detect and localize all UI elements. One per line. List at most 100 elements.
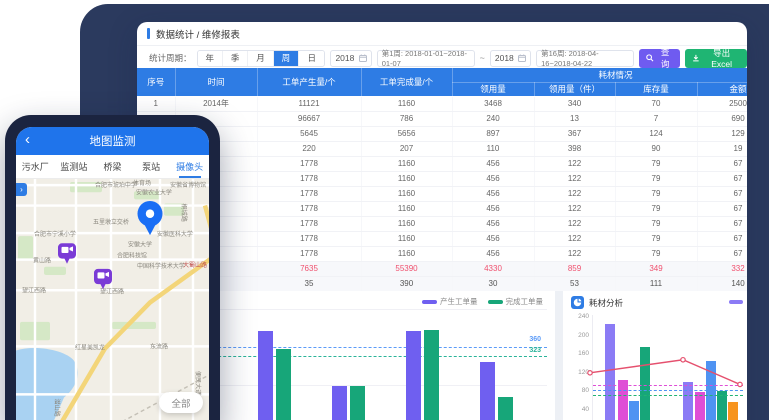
table-cell: 786 [361,111,452,126]
map-expand-button[interactable]: › [16,183,27,196]
all-filter-button[interactable]: 全部 [159,392,203,413]
svg-text:大蜀山路: 大蜀山路 [183,261,207,269]
col-header-completed: 工单完成量/个 [361,68,452,96]
search-icon [646,54,654,62]
table-cell: 332 [697,261,747,276]
table-row: 8177811604561227967 [137,201,747,216]
table-cell: 240 [452,111,534,126]
table-cell: 1160 [361,186,452,201]
phone-tab-摄像头[interactable]: 摄像头 [170,155,209,178]
phone-tab-污水厂[interactable]: 污水厂 [16,155,55,178]
filter-label: 统计周期： [149,52,192,64]
map-canvas: 合肥市琥珀中学 体育场 安徽农业大学 安徽省博物馆 桐城路 五里墩立交桥 安徽医… [16,179,209,420]
svg-text:安徽省博物馆: 安徽省博物馆 [170,181,206,189]
svg-text:望江西路: 望江西路 [100,287,124,295]
period-button-日[interactable]: 日 [299,51,324,66]
table-cell: 2014年 [175,96,257,111]
table-cell: 2500 [697,96,747,111]
table-cell: 67 [697,231,747,246]
table-cell: 110 [452,141,534,156]
table-cell: 398 [534,141,615,156]
table-row: 9177811604561227967 [137,216,747,231]
ref-label-360: 360 [529,336,541,343]
table-cell: 1778 [257,246,361,261]
legend-label-completed: 完成工单量 [506,296,544,307]
table-row: 6177811604561227967 [137,171,747,186]
table-cell: 67 [697,171,747,186]
report-table: 序号 时间 工单产生量/个 工单完成量/个 耗材情况 领用量 领用量（件） 库存… [137,68,747,292]
phone-tab-泵站[interactable]: 泵站 [132,155,171,178]
table-cell: 1778 [257,216,361,231]
search-button[interactable]: 查询 [639,49,680,68]
consumables-chart-panel: 耗材分析 2402001601208040 [563,291,747,420]
table-cell: 55390 [361,261,452,276]
phone-tab-桥梁[interactable]: 桥梁 [93,155,132,178]
table-cell: 690 [697,111,747,126]
svg-text:合肥市琥珀中学: 合肥市琥珀中学 [95,181,137,189]
table-cell: 456 [452,216,534,231]
map-view[interactable]: 合肥市琥珀中学 体育场 安徽农业大学 安徽省博物馆 桐城路 五里墩立交桥 安徽医… [16,179,209,420]
trend-point [588,371,592,375]
table-cell: 122 [534,231,615,246]
back-chevron-icon[interactable]: ‹ [25,131,30,149]
svg-text:黄山路: 黄山路 [33,257,51,265]
table-cell: 1778 [257,201,361,216]
table-cell: 349 [615,261,697,276]
trend-point [681,358,685,362]
breadcrumb-accent-bar [147,28,150,39]
table-cell: 390 [361,276,452,291]
col-header-time: 时间 [175,68,257,96]
to-year-value: 2018 [495,53,514,63]
table-cell: 122 [534,246,615,261]
table-row: 11177811604561227967 [137,246,747,261]
table-cell: 1160 [361,96,452,111]
table-row: 356455656897367124129 [137,126,747,141]
svg-text:体育场: 体育场 [133,179,151,187]
table-cell: 1778 [257,231,361,246]
legend-item-created: 产生工单量 [422,296,478,307]
from-year-select[interactable]: 2018 [330,50,371,67]
table-cell: 1778 [257,171,361,186]
total-row: 合计7635553904330859349332 [137,261,747,276]
table-cell: 122 [534,216,615,231]
work-orders-bar [424,330,439,420]
legend-dash-completed [488,300,503,304]
to-week-input[interactable]: 第16周: 2018-04-16~2018-04-22 [536,50,634,67]
col-header-sub1: 领用量 [452,82,534,96]
table-cell: 1160 [361,156,452,171]
table-row: 10177811604561227967 [137,231,747,246]
period-button-年[interactable]: 年 [198,51,223,66]
table-cell: 4330 [452,261,534,276]
table-cell: 11121 [257,96,361,111]
period-button-季[interactable]: 季 [223,51,248,66]
phone-tab-监测站[interactable]: 监测站 [55,155,94,178]
breadcrumb: 数据统计 / 维修报表 [156,27,240,41]
table-cell: 367 [534,126,615,141]
table-cell: 1778 [257,186,361,201]
table-cell: 1160 [361,171,452,186]
trend-point [738,382,742,386]
table-cell: 220 [257,141,361,156]
ref-label-323: 323 [529,347,541,354]
svg-text:东流路: 东流路 [150,342,168,350]
export-excel-button[interactable]: 导出Excel [685,49,747,68]
svg-text:五里墩立交桥: 五里墩立交桥 [93,218,129,226]
to-year-select[interactable]: 2018 [490,50,531,67]
period-button-周[interactable]: 周 [274,51,299,66]
table-cell: 897 [452,126,534,141]
table-cell: 67 [697,216,747,231]
legend-label-created: 产生工单量 [440,296,478,307]
table-cell: 122 [534,171,615,186]
table-cell: 207 [361,141,452,156]
work-orders-bar [276,349,291,420]
dashboard-card: 数据统计 / 维修报表 统计周期： 年季月周日 2018 第1周: 2018-0… [137,22,747,420]
table-cell: 79 [615,186,697,201]
table-cell: 35 [257,276,361,291]
legend-item-completed: 完成工单量 [488,296,544,307]
table-cell: 5645 [257,126,361,141]
table-cell: 111 [615,276,697,291]
table-cell: 30 [452,276,534,291]
period-button-月[interactable]: 月 [248,51,273,66]
work-orders-bar [480,362,495,420]
from-week-input[interactable]: 第1周: 2018-01-01~2018-01-07 [377,50,475,67]
